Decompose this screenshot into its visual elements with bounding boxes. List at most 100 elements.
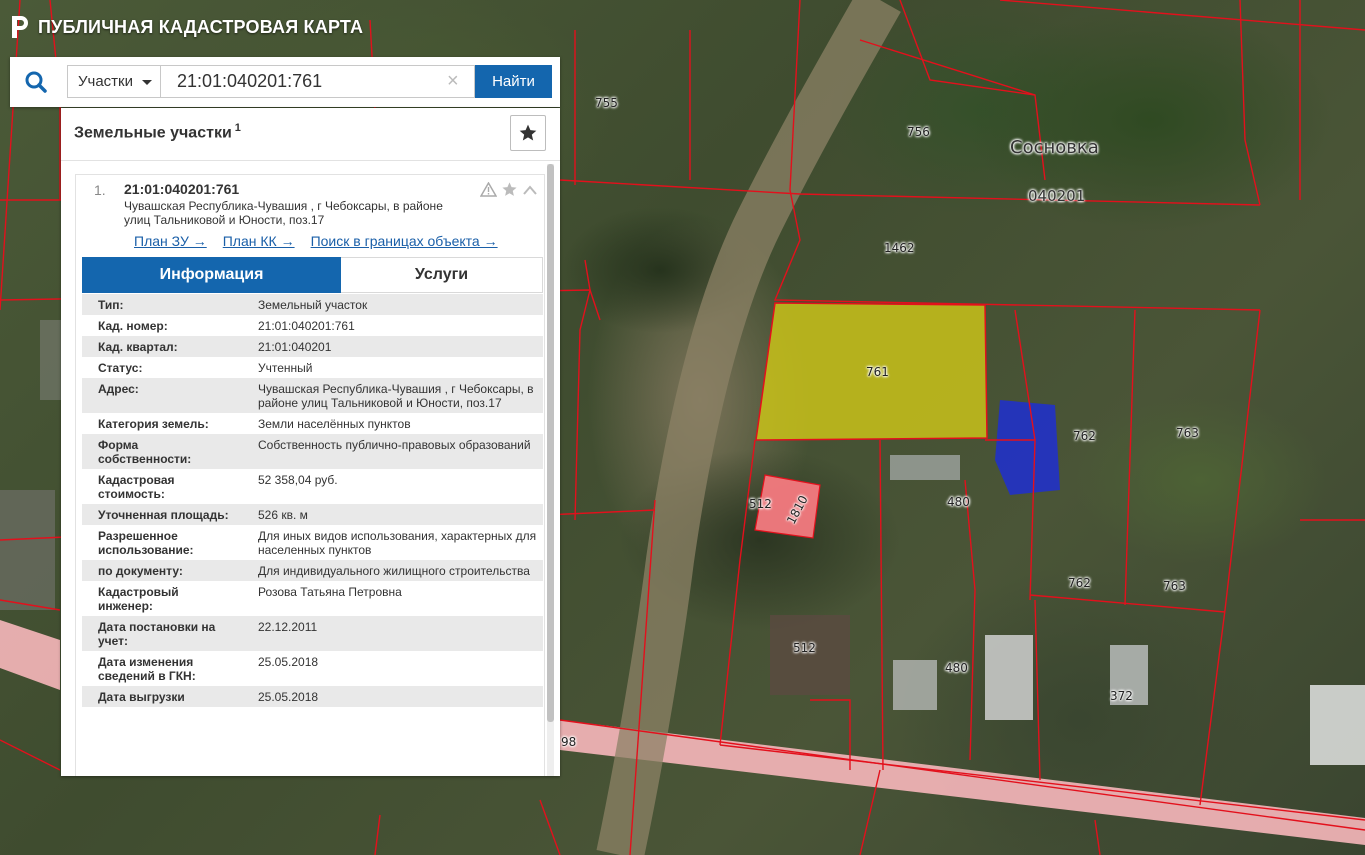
info-row-registration-date: Дата постановки на учет: 22.12.2011 (82, 616, 543, 651)
info-row-type: Тип: Земельный участок (82, 294, 543, 315)
parcel-label[interactable]: 761 (866, 365, 889, 379)
field-value: Собственность публично-правовых образова… (258, 438, 531, 452)
blue-roof (995, 400, 1060, 495)
parcel-label[interactable]: 372 (1110, 689, 1133, 703)
search-icon[interactable] (25, 71, 47, 93)
building (985, 635, 1033, 720)
info-row-address: Адрес: Чувашская Республика-Чувашия , г … (82, 378, 543, 413)
info-row-cad-value: Кадастровая стоимость: 52 358,04 руб. (82, 469, 543, 504)
field-label: Адрес: (98, 382, 139, 396)
chevron-up-icon[interactable] (522, 184, 538, 196)
result-address: Чувашская Республика-Чувашия , г Чебокса… (124, 199, 443, 227)
plan-zu-link[interactable]: План ЗУ → (134, 233, 207, 249)
result-tabs: Информация Услуги (82, 257, 543, 293)
building (893, 660, 937, 710)
field-value: 25.05.2018 (258, 655, 319, 669)
result-index: 1. (94, 182, 106, 198)
find-button[interactable]: Найти (475, 65, 552, 98)
field-value: Земельный участок (258, 298, 368, 312)
road-band-bottom (560, 720, 1365, 845)
search-input[interactable] (161, 65, 475, 98)
scrollbar-thumb[interactable] (547, 164, 554, 722)
result-links: План ЗУ → План КК → Поиск в границах объ… (134, 233, 498, 249)
field-value: Земли населённых пунктов (258, 417, 411, 431)
parcel-label[interactable]: 756 (907, 125, 930, 139)
search-type-select[interactable]: Участки (67, 65, 161, 98)
results-panel: Земельные участки 1 1. 21:01:040201:761 Ч… (61, 108, 560, 776)
info-row-ownership: Форма собственности: Собственность публи… (82, 434, 543, 469)
panel-title-text: Земельные участки (74, 124, 232, 142)
parcel-label[interactable]: 763 (1163, 579, 1186, 593)
field-label: Дата постановки на учет: (98, 620, 216, 648)
field-value: 22.12.2011 (258, 620, 318, 634)
logo-icon (12, 16, 28, 38)
info-row-cad-number: Кад. номер: 21:01:040201:761 (82, 315, 543, 336)
field-value: Розова Татьяна Петровна (258, 585, 402, 599)
field-value: Для иных видов использования, характерны… (258, 529, 537, 557)
info-row-land-category: Категория земель: Земли населённых пункт… (82, 413, 543, 434)
parcel-label[interactable]: 762 (1073, 429, 1096, 443)
field-label: Уточненная площадь: (98, 508, 229, 522)
card-actions (480, 181, 538, 198)
warning-icon[interactable] (480, 182, 497, 197)
info-row-change-date: Дата изменения сведений в ГКН: 25.05.201… (82, 651, 543, 686)
parcel-label[interactable]: 512 (793, 641, 816, 655)
result-count: 1 (234, 122, 241, 134)
chevron-down-icon (142, 80, 152, 85)
field-label: Кадастровый инженер: (98, 585, 179, 613)
search-within-link[interactable]: Поиск в границах объекта → (311, 233, 498, 249)
field-label: Кад. номер: (98, 319, 168, 333)
field-label: по документу: (98, 564, 183, 578)
parcel-label[interactable]: 480 (945, 661, 968, 675)
plan-kk-link[interactable]: План КК → (223, 233, 295, 249)
building (890, 455, 960, 480)
panel-title: Земельные участки 1 (74, 122, 241, 142)
result-cadastral-number[interactable]: 21:01:040201:761 (124, 181, 239, 197)
app-title: ПУБЛИЧНАЯ КАДАСТРОВАЯ КАРТА (38, 16, 364, 37)
field-label: Статус: (98, 361, 143, 375)
result-card[interactable]: 1. 21:01:040201:761 Чувашская Республика… (75, 174, 545, 776)
field-value: Для индивидуального жилищного строительс… (258, 564, 530, 578)
tab-information[interactable]: Информация (82, 257, 341, 293)
search-type-label: Участки (78, 73, 133, 90)
info-row-export-date: Дата выгрузки 25.05.2018 (82, 686, 543, 707)
info-row-by-document: по документу: Для индивидуального жилищн… (82, 560, 543, 581)
info-row-cad-block: Кад. квартал: 21:01:040201 (82, 336, 543, 357)
close-icon[interactable]: × (447, 71, 459, 91)
field-label: Тип: (98, 298, 124, 312)
info-row-engineer: Кадастровый инженер: Розова Татьяна Петр… (82, 581, 543, 616)
parcel-label[interactable]: 480 (947, 495, 970, 509)
favorites-button[interactable] (510, 115, 546, 151)
parcel-label[interactable]: 512 (749, 497, 772, 511)
parcel-label[interactable]: 762 (1068, 576, 1091, 590)
field-label: Дата изменения сведений в ГКН: (98, 655, 196, 683)
tab-services[interactable]: Услуги (341, 257, 543, 293)
info-row-permitted-use: Разрешенное использование: Для иных видо… (82, 525, 543, 560)
search-bar: Участки × Найти (10, 57, 560, 107)
panel-header: Земельные участки 1 (61, 108, 560, 161)
field-label: Кад. квартал: (98, 340, 178, 354)
field-label: Кадастровая стоимость: (98, 473, 175, 501)
building (770, 615, 850, 695)
cad-block-link[interactable]: 21:01:040201 (236, 336, 543, 357)
field-value: 526 кв. м (258, 508, 308, 522)
field-value: 52 358,04 руб. (258, 473, 338, 487)
field-label: Форма собственности: (98, 438, 192, 466)
field-value: 25.05.2018 (258, 690, 319, 704)
building (0, 490, 55, 610)
block-label: 040201 (1028, 187, 1086, 205)
info-table: Тип: Земельный участок Кад. номер: 21:01… (82, 294, 543, 707)
app-header: ПУБЛИЧНАЯ КАДАСТРОВАЯ КАРТА (10, 14, 363, 40)
field-label: Разрешенное использование: (98, 529, 194, 557)
field-label: Дата выгрузки (98, 690, 185, 704)
parcel-label[interactable]: 763 (1176, 426, 1199, 440)
road-band-left (0, 620, 60, 690)
star-icon (519, 124, 537, 141)
parcel-label[interactable]: 1462 (884, 241, 915, 255)
field-label: Категория земель: (98, 417, 209, 431)
parcel-label[interactable]: 755 (595, 96, 618, 110)
cad-number-link[interactable]: 21:01:040201:761 (236, 315, 543, 336)
star-icon[interactable] (501, 181, 518, 198)
parcel-label[interactable]: 98 (561, 735, 576, 749)
info-row-status: Статус: Учтенный (82, 357, 543, 378)
